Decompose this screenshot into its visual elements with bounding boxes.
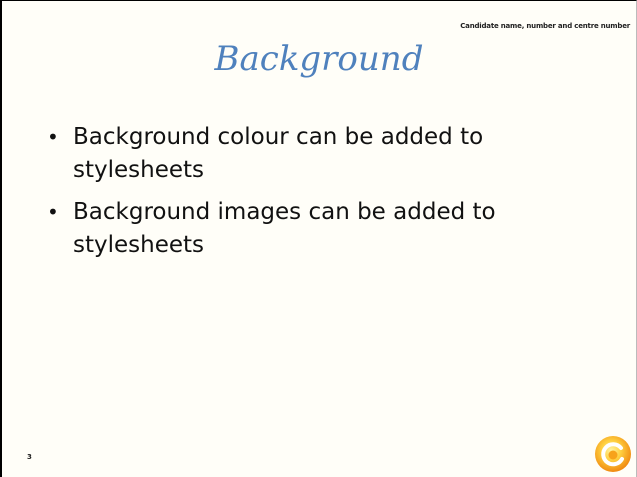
slide: Candidate name, number and centre number…: [0, 0, 637, 477]
bullet-item: • Background images can be added to styl…: [42, 196, 602, 262]
orange-sun-swirl-logo-icon: [595, 436, 631, 472]
bullet-point-icon: •: [47, 200, 59, 224]
bullet-item: • Background colour can be added to styl…: [42, 121, 602, 187]
bullet-text: Background colour can be added to styles…: [73, 124, 484, 183]
slide-number: 3: [27, 453, 32, 461]
slide-title: Background: [214, 39, 424, 79]
bullet-text: Background images can be added to styles…: [73, 199, 496, 258]
bullet-point-icon: •: [47, 125, 59, 149]
bullet-list: • Background colour can be added to styl…: [42, 121, 602, 271]
candidate-info-note: Candidate name, number and centre number: [460, 22, 630, 30]
